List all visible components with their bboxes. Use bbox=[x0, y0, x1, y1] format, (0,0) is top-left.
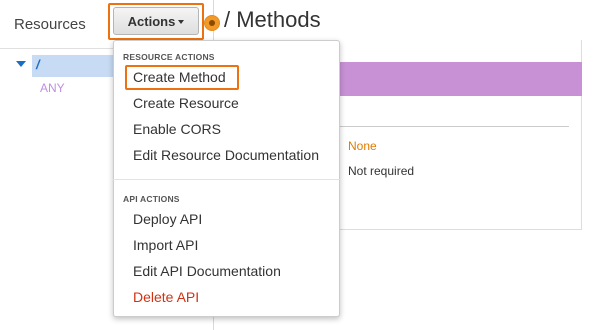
caret-down-icon[interactable] bbox=[16, 61, 26, 67]
tree-item-any-method[interactable]: ANY bbox=[40, 81, 65, 95]
resources-title: Resources bbox=[14, 16, 86, 33]
menu-item-import-api[interactable]: Import API bbox=[133, 237, 198, 253]
caret-down-icon bbox=[178, 20, 185, 24]
marker-dot-center bbox=[209, 20, 215, 26]
menu-item-edit-resource-documentation[interactable]: Edit Resource Documentation bbox=[133, 147, 319, 163]
menu-item-edit-api-documentation[interactable]: Edit API Documentation bbox=[133, 263, 281, 279]
menu-item-deploy-api[interactable]: Deploy API bbox=[133, 211, 202, 227]
menu-item-enable-cors[interactable]: Enable CORS bbox=[133, 121, 221, 137]
tree-item-root-label[interactable]: / bbox=[36, 57, 40, 72]
resource-actions-heading: RESOURCE ACTIONS bbox=[123, 52, 215, 62]
menu-item-create-resource[interactable]: Create Resource bbox=[133, 95, 239, 111]
actions-button-label: Actions bbox=[127, 13, 176, 29]
method-header-bar[interactable] bbox=[300, 62, 582, 96]
menu-item-delete-api[interactable]: Delete API bbox=[133, 289, 199, 305]
menu-item-create-method[interactable]: Create Method bbox=[133, 69, 226, 85]
page-title: / Methods bbox=[224, 7, 321, 32]
api-key-required-value: Not required bbox=[348, 164, 415, 178]
method-divider bbox=[340, 126, 569, 127]
api-actions-heading: API ACTIONS bbox=[123, 194, 180, 204]
actions-button[interactable]: Actions bbox=[113, 7, 199, 35]
menu-divider bbox=[113, 179, 340, 180]
tree-item-root[interactable] bbox=[32, 55, 116, 77]
authorization-value[interactable]: None bbox=[348, 139, 377, 153]
